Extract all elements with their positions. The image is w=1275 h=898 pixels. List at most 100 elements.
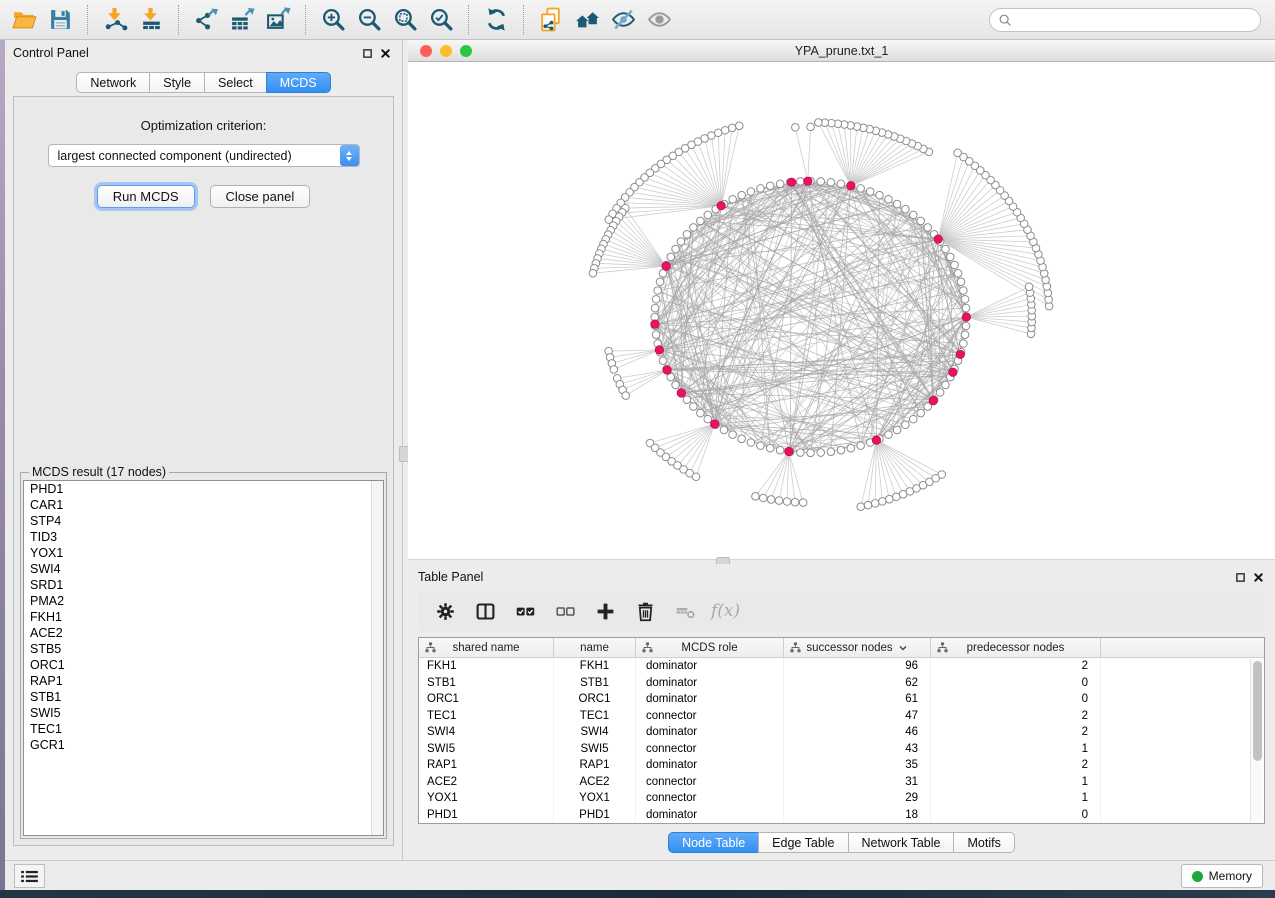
import-network-icon[interactable] [97, 3, 133, 37]
zoom-out-icon[interactable] [351, 3, 387, 37]
settings-icon[interactable] [431, 596, 460, 626]
table-row[interactable]: PHD1PHD1dominator180 [419, 807, 1264, 824]
tab-motifs[interactable]: Motifs [953, 832, 1014, 853]
mcds-result-item[interactable]: TID3 [24, 529, 383, 545]
mcds-result-item[interactable]: TEC1 [24, 721, 383, 737]
table-cell: 2 [931, 708, 1101, 725]
close-panel-button[interactable] [1249, 568, 1267, 586]
split-view-icon[interactable] [471, 596, 500, 626]
column-header-name[interactable]: name [554, 638, 636, 657]
zoom-selected-icon[interactable] [423, 3, 459, 37]
search-input[interactable] [1012, 11, 1260, 29]
select-all-icon[interactable] [511, 596, 540, 626]
tab-network-table[interactable]: Network Table [848, 832, 955, 853]
mcds-result-item[interactable]: PMA2 [24, 593, 383, 609]
memory-label: Memory [1209, 869, 1252, 883]
save-session-icon[interactable] [42, 3, 78, 37]
float-panel-button[interactable] [1231, 568, 1249, 586]
table-cell: 2 [931, 658, 1101, 675]
close-panel-button[interactable] [376, 44, 394, 62]
tab-style[interactable]: Style [149, 72, 205, 93]
table-row[interactable]: SWI5SWI5connector431 [419, 741, 1264, 758]
column-header-mcds-role[interactable]: MCDS role [636, 638, 784, 657]
tab-mcds[interactable]: MCDS [266, 72, 331, 93]
mcds-result-item[interactable]: ACE2 [24, 625, 383, 641]
zoom-fit-icon[interactable] [387, 3, 423, 37]
search-field[interactable] [989, 8, 1261, 32]
table-cell: 0 [931, 807, 1101, 824]
table-cell: SWI4 [554, 724, 636, 741]
table-row[interactable]: ACE2ACE2connector311 [419, 774, 1264, 791]
mcds-result-item[interactable]: FKH1 [24, 609, 383, 625]
status-bar: Memory [5, 860, 1275, 890]
network-canvas[interactable] [408, 62, 1275, 559]
table-scrollbar[interactable] [1250, 659, 1263, 822]
column-label: predecessor nodes [967, 642, 1065, 654]
control-panel: Control Panel NetworkStyleSelectMCDS Opt… [5, 40, 402, 860]
mcds-result-item[interactable]: GCR1 [24, 737, 383, 753]
dropdown-stepper-icon [340, 145, 359, 166]
network-window-titlebar: YPA_prune.txt_1 [408, 40, 1275, 62]
table-cell: YOX1 [419, 790, 554, 807]
welcome-screen-icon[interactable] [569, 3, 605, 37]
table-row[interactable]: FKH1FKH1dominator962 [419, 658, 1264, 675]
delete-icon[interactable] [631, 596, 660, 626]
table-cell: SWI5 [554, 741, 636, 758]
import-table-icon[interactable] [133, 3, 169, 37]
column-header-predecessor-nodes[interactable]: predecessor nodes [931, 638, 1101, 657]
node-table: shared namenameMCDS rolesuccessor nodes p… [418, 637, 1265, 824]
open-session-icon[interactable] [6, 3, 42, 37]
tab-node-table[interactable]: Node Table [668, 832, 759, 853]
column-header-shared-name[interactable]: shared name [419, 638, 554, 657]
export-image-icon[interactable] [260, 3, 296, 37]
zoom-in-icon[interactable] [315, 3, 351, 37]
export-network-icon[interactable] [188, 3, 224, 37]
table-row[interactable]: ORC1ORC1dominator610 [419, 691, 1264, 708]
deselect-all-icon[interactable] [551, 596, 580, 626]
scrollbar-thumb[interactable] [1253, 661, 1262, 761]
mcds-result-item[interactable]: STP4 [24, 513, 383, 529]
table-cell: 2 [931, 757, 1101, 774]
table-cell: STB1 [419, 675, 554, 692]
table-row[interactable]: RAP1RAP1dominator352 [419, 757, 1264, 774]
table-cell: 18 [784, 807, 931, 824]
show-details-icon[interactable] [641, 3, 677, 37]
toolbar-separator [468, 5, 469, 35]
mcds-result-item[interactable]: PHD1 [24, 481, 383, 497]
mcds-result-item[interactable]: SRD1 [24, 577, 383, 593]
task-history-button[interactable] [14, 864, 45, 888]
tab-network[interactable]: Network [76, 72, 150, 93]
memory-button[interactable]: Memory [1181, 864, 1263, 888]
mcds-result-item[interactable]: SWI4 [24, 561, 383, 577]
table-panel-title: Table Panel [418, 570, 483, 584]
hide-details-icon[interactable] [605, 3, 641, 37]
mcds-result-item[interactable]: STB5 [24, 641, 383, 657]
add-icon[interactable] [591, 596, 620, 626]
refresh-icon[interactable] [478, 3, 514, 37]
table-cell: connector [636, 708, 784, 725]
table-row[interactable]: YOX1YOX1connector291 [419, 790, 1264, 807]
table-row[interactable]: TEC1TEC1connector472 [419, 708, 1264, 725]
mcds-result-item[interactable]: STB1 [24, 689, 383, 705]
mcds-result-item[interactable]: YOX1 [24, 545, 383, 561]
mcds-result-item[interactable]: SWI5 [24, 705, 383, 721]
table-cell: 0 [931, 675, 1101, 692]
float-panel-button[interactable] [358, 44, 376, 62]
mcds-result-item[interactable]: CAR1 [24, 497, 383, 513]
close-panel-button-mcds[interactable]: Close panel [210, 185, 311, 208]
mcds-result-item[interactable]: RAP1 [24, 673, 383, 689]
network-window-title: YPA_prune.txt_1 [408, 44, 1275, 58]
export-table-icon[interactable] [224, 3, 260, 37]
column-header-successor-nodes[interactable]: successor nodes [784, 638, 931, 657]
tab-select[interactable]: Select [204, 72, 267, 93]
table-row[interactable]: SWI4SWI4dominator462 [419, 724, 1264, 741]
criterion-dropdown[interactable]: largest connected component (undirected) [48, 144, 360, 167]
mcds-result-list[interactable]: PHD1CAR1STP4TID3YOX1SWI4SRD1PMA2FKH1ACE2… [23, 480, 384, 836]
network-graph[interactable] [408, 62, 1275, 559]
mcds-result-item[interactable]: ORC1 [24, 657, 383, 673]
run-mcds-button[interactable]: Run MCDS [97, 185, 195, 208]
result-list-scrollbar[interactable] [371, 481, 383, 835]
tab-edge-table[interactable]: Edge Table [758, 832, 848, 853]
table-row[interactable]: STB1STB1dominator620 [419, 675, 1264, 692]
clone-network-icon[interactable] [533, 3, 569, 37]
